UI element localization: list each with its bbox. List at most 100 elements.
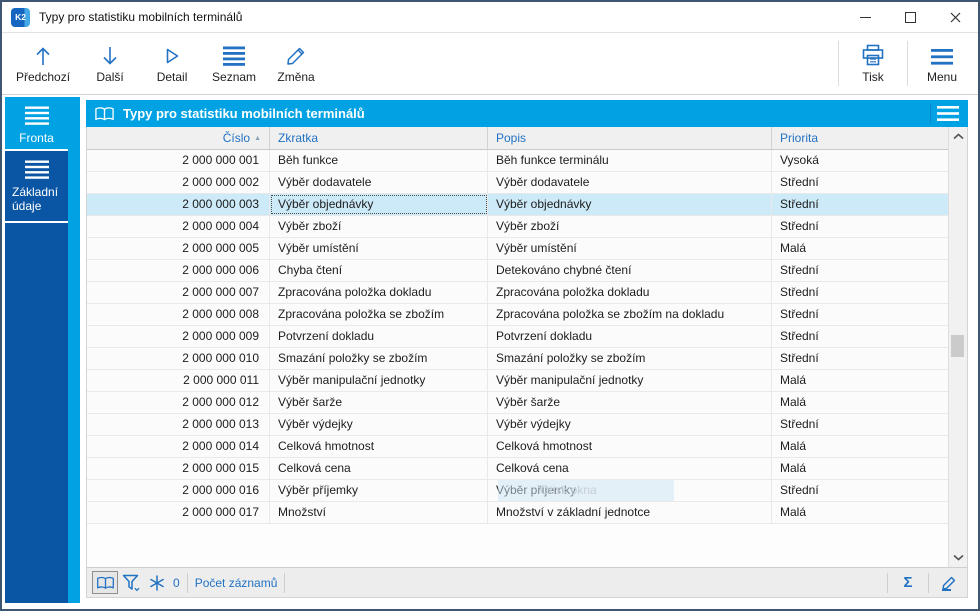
cell-cislo: 2 000 000 016 xyxy=(87,480,270,501)
cell-cislo: 2 000 000 014 xyxy=(87,436,270,457)
cell-priorita: Vysoká xyxy=(780,153,819,167)
book-view-toggle[interactable] xyxy=(92,571,118,594)
scrollbar-thumb[interactable] xyxy=(951,335,964,357)
sidebar-tab-fronta[interactable]: Fronta xyxy=(5,97,68,151)
cell-cislo: 2 000 000 002 xyxy=(87,172,270,193)
toolbar-tisk-button[interactable]: Tisk xyxy=(842,33,904,94)
toolbar-left: Předchozí Další Detail Seznam Změna xyxy=(7,33,327,94)
book-icon xyxy=(95,106,114,120)
table-row[interactable]: 2 000 000 003 Výběr objednávky Výběr objed… xyxy=(87,194,948,216)
sum-button[interactable]: Σ xyxy=(895,574,921,591)
table-row[interactable]: 2 000 000 013 Výběr výdejky Výběr výdejky S… xyxy=(87,414,948,436)
panel-header-separator xyxy=(930,104,931,123)
k2-app-icon: K2 xyxy=(11,7,30,27)
table-row[interactable]: 2 000 000 010 Smazání položky se zbožím Sm… xyxy=(87,348,948,370)
cell-popis: Výběr šarže xyxy=(488,392,772,413)
window-title: Typy pro statistiku mobilních terminálů xyxy=(39,10,243,24)
toolbar-seznam-button[interactable]: Seznam xyxy=(203,33,265,94)
cell-cislo: 2 000 000 015 xyxy=(87,458,270,479)
cell-cislo: 2 000 000 001 xyxy=(87,150,270,171)
printer-icon xyxy=(861,43,885,67)
table-row[interactable]: 2 000 000 001 Běh funkce Běh funkce termin… xyxy=(87,150,948,172)
toolbar-detail-button[interactable]: Detail xyxy=(141,33,203,94)
list-icon xyxy=(5,160,68,180)
column-header-cislo[interactable]: Číslo ▲ xyxy=(87,127,270,149)
table-row[interactable]: 2 000 000 014 Celková hmotnost Celková hmo… xyxy=(87,436,948,458)
table-row[interactable]: 2 000 000 007 Zpracována položka dokladu Z… xyxy=(87,282,948,304)
table-row[interactable]: 2 000 000 015 Celková cena Celková cena Mal… xyxy=(87,458,948,480)
table-row[interactable]: 2 000 000 002 Výběr dodavatele Výběr dodav… xyxy=(87,172,948,194)
table-row[interactable]: 2 000 000 011 Výběr manipulační jednotky V… xyxy=(87,370,948,392)
cell-popis: Zpracována položka se zbožím na dokladu xyxy=(488,304,772,325)
toolbar-predchozi-button[interactable]: Předchozí xyxy=(7,33,79,94)
filter-button[interactable] xyxy=(118,571,144,594)
cell-cislo: 2 000 000 017 xyxy=(87,502,270,523)
toolbar-zmena-label: Změna xyxy=(277,70,315,84)
cell-zkratka: Výběr dodavatele xyxy=(270,172,488,193)
sidebar-active-strip xyxy=(68,97,80,603)
cell-cislo: 2 000 000 009 xyxy=(87,326,270,347)
cell-zkratka: Zpracována položka dokladu xyxy=(270,282,488,303)
toolbar-dalsi-button[interactable]: Další xyxy=(79,33,141,94)
toolbar-dalsi-label: Další xyxy=(96,70,124,84)
table-row[interactable]: 2 000 000 008 Zpracována položka se zboží… xyxy=(87,304,948,326)
triangle-right-icon xyxy=(162,43,182,67)
cell-popis: Množství v základní jednotce xyxy=(488,502,772,523)
freeze-button[interactable] xyxy=(144,571,170,594)
cell-popis: Potvrzení dokladu xyxy=(488,326,772,347)
cell-priorita: Malá xyxy=(780,461,807,475)
table-row[interactable]: 2 000 000 005 Výběr umístění Výběr umístěn… xyxy=(87,238,948,260)
cell-cislo: 2 000 000 012 xyxy=(87,392,270,413)
cell-cislo: 2 000 000 007 xyxy=(87,282,270,303)
cell-zkratka: Chyba čtení xyxy=(270,260,488,281)
cell-popis: Výběr zboží xyxy=(488,216,772,237)
toolbar-detail-label: Detail xyxy=(156,70,188,84)
cell-popis: Výběr umístění xyxy=(488,238,772,259)
cell-popis: Celková cena xyxy=(488,458,772,479)
cell-zkratka: Výběr manipulační jednotky xyxy=(270,370,488,391)
column-header-priorita[interactable]: Priorita xyxy=(772,127,948,149)
cell-zkratka: Potvrzení dokladu xyxy=(270,326,488,347)
arrow-up-icon xyxy=(34,43,52,67)
toolbar-menu-button[interactable]: Menu xyxy=(911,33,973,94)
statusbar: 0 Počet záznamů Σ xyxy=(87,567,967,597)
statusbar-divider xyxy=(186,572,188,593)
cell-popis: Výběr manipulační jednotky xyxy=(488,370,772,391)
table-row[interactable]: 2 000 000 017 Množství Množství v základní… xyxy=(87,502,948,524)
cell-zkratka: Smazání položky se zbožím xyxy=(270,348,488,369)
cell-cislo: 2 000 000 005 xyxy=(87,238,270,259)
sidebar-tab-zakladni-udaje[interactable]: Základní údaje xyxy=(5,151,68,223)
scroll-up-button[interactable] xyxy=(949,130,967,143)
list-icon xyxy=(5,106,68,126)
minimize-button[interactable] xyxy=(843,2,888,32)
toolbar: Předchozí Další Detail Seznam Změna Tisk Menu xyxy=(2,32,978,95)
cell-popis: Smazání položky se zbožím xyxy=(488,348,772,369)
column-header-popis[interactable]: Popis xyxy=(488,127,772,149)
filter-icon xyxy=(122,574,140,591)
vertical-scrollbar[interactable] xyxy=(948,127,967,567)
cell-cislo: 2 000 000 011 xyxy=(87,370,270,391)
toolbar-separator xyxy=(838,41,839,86)
table-row[interactable]: 2 000 000 004 Výběr zboží Výběr zboží Střed… xyxy=(87,216,948,238)
panel-menu-button[interactable] xyxy=(936,105,960,127)
close-button[interactable] xyxy=(933,2,978,32)
cell-zkratka: Celková hmotnost xyxy=(270,436,488,457)
edit-button[interactable] xyxy=(936,571,962,594)
app-window: K2 Typy pro statistiku mobilních terminá… xyxy=(0,0,980,611)
sidebar-tab-label: Základní údaje xyxy=(12,185,59,213)
cell-priorita: Malá xyxy=(780,395,807,409)
column-header-zkratka[interactable]: Zkratka xyxy=(270,127,488,149)
cell-zkratka: Výběr šarže xyxy=(270,392,488,413)
table-row[interactable]: 2 000 000 012 Výběr šarže Výběr šarže Malá xyxy=(87,392,948,414)
table-header-row: Číslo ▲ Zkratka Popis Priorita xyxy=(87,127,948,150)
maximize-button[interactable] xyxy=(888,2,933,32)
chevron-up-icon xyxy=(952,133,964,140)
toolbar-zmena-button[interactable]: Změna xyxy=(265,33,327,94)
table-row[interactable]: 2 000 000 006 Chyba čtení Detekováno chybn… xyxy=(87,260,948,282)
cell-priorita: Malá xyxy=(780,439,807,453)
panel-title: Typy pro statistiku mobilních terminálů xyxy=(123,106,365,121)
toolbar-seznam-label: Seznam xyxy=(212,70,257,84)
table-row[interactable]: 2 000 000 009 Potvrzení dokladu Potvrzení … xyxy=(87,326,948,348)
statusbar-right: Σ xyxy=(880,571,962,594)
scroll-down-button[interactable] xyxy=(949,551,967,564)
